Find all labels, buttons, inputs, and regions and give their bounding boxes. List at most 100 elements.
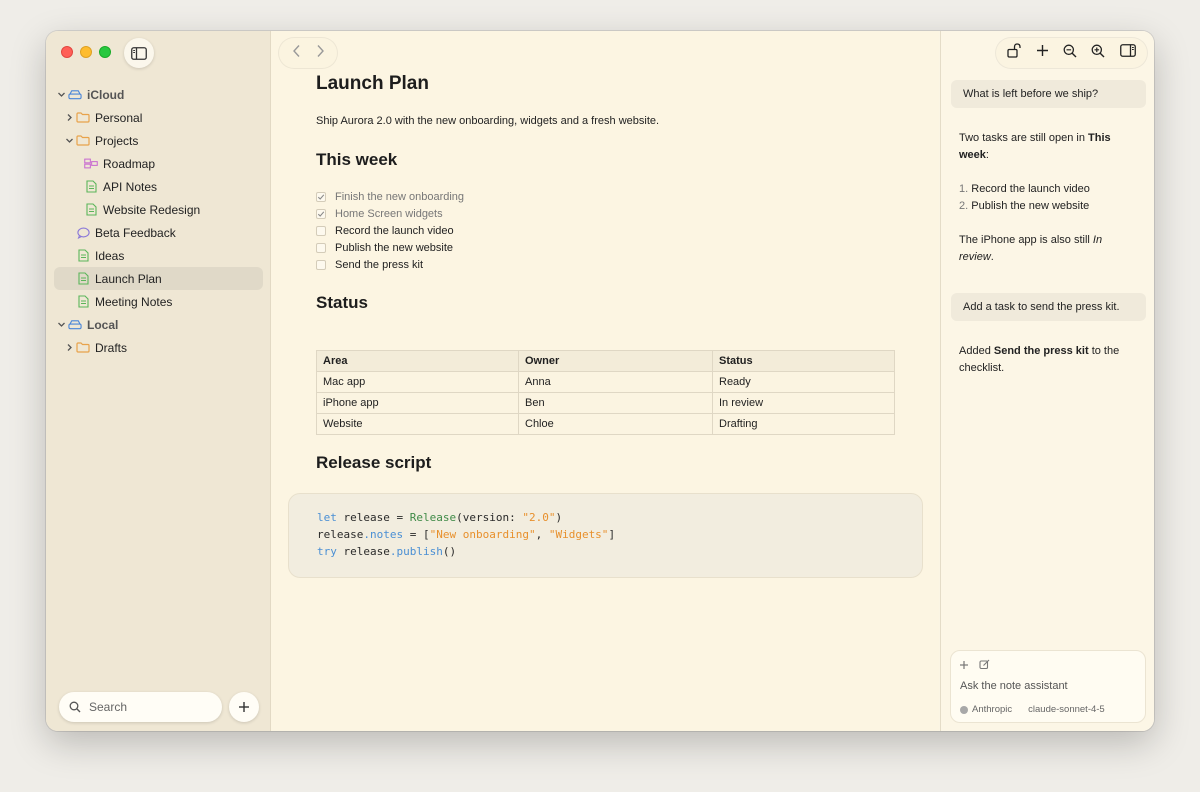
lock-button[interactable]: [1007, 43, 1021, 63]
sidebar-item-beta-feedback[interactable]: Beta Feedback: [54, 221, 263, 244]
zoom-in-button[interactable]: [1091, 44, 1105, 63]
sidebar-search[interactable]: [59, 692, 222, 722]
table-header-cell[interactable]: Area: [316, 350, 519, 372]
provider-icon: [960, 705, 968, 714]
heading-status[interactable]: Status: [316, 293, 368, 313]
sidebar-item-meeting-notes[interactable]: Meeting Notes: [54, 290, 263, 313]
minimize-window-button[interactable]: [80, 46, 92, 58]
note-icon: [76, 295, 90, 309]
checkbox-checked[interactable]: [316, 208, 326, 219]
reply-text: .: [990, 251, 994, 263]
add-note-button[interactable]: [229, 692, 259, 722]
task-item[interactable]: Home Screen widgets: [316, 205, 464, 222]
toggle-inspector-button[interactable]: [1119, 44, 1136, 62]
table-cell[interactable]: Website: [316, 413, 519, 435]
chevron-down-icon[interactable]: [64, 136, 74, 146]
task-item[interactable]: Finish the new onboarding: [316, 188, 464, 205]
assistant-input[interactable]: [960, 680, 1138, 692]
assistant-panel: What is left before we ship? Two tasks a…: [940, 31, 1154, 731]
zoom-out-icon: [1063, 44, 1077, 57]
sidebar-item-website-redesign[interactable]: Website Redesign: [54, 198, 263, 221]
zoom-window-button[interactable]: [99, 46, 111, 58]
note-icon: [76, 272, 90, 286]
task-item[interactable]: Send the press kit: [316, 256, 464, 273]
model-selector[interactable]: claude-sonnet-4-5: [1028, 704, 1105, 715]
zoom-out-button[interactable]: [1063, 44, 1077, 63]
search-input[interactable]: [89, 700, 209, 714]
folder-icon: [76, 134, 90, 148]
reply-text: The iPhone app is also still: [959, 234, 1093, 246]
code-line: release.notes = ["New onboarding", "Widg…: [317, 526, 922, 543]
chevron-right-icon[interactable]: [64, 113, 74, 123]
code-block[interactable]: let release = Release(version: "2.0") re…: [288, 493, 923, 578]
right-sidebar-icon: [1119, 44, 1136, 57]
checkbox-unchecked[interactable]: [316, 225, 326, 236]
sidebar-icon: [131, 46, 147, 60]
table-cell[interactable]: Ben: [518, 392, 713, 414]
assistant-message: Two tasks are still open in This week: 1…: [959, 130, 1139, 283]
code-string: "New onboarding": [429, 528, 536, 541]
plus-icon: [1036, 45, 1048, 56]
composer-tools: [959, 657, 990, 675]
app-window: iCloud Personal Projects Roadmap API Not…: [46, 31, 1154, 731]
list-text: Record the launch video: [971, 183, 1090, 195]
task-text: Record the launch video: [335, 224, 454, 237]
code-keyword: let: [317, 511, 337, 524]
back-button[interactable]: [292, 44, 302, 63]
chevron-right-icon[interactable]: [64, 343, 74, 353]
sidebar-item-label: Beta Feedback: [95, 225, 176, 240]
search-icon: [69, 701, 81, 713]
table-cell[interactable]: Chloe: [518, 413, 713, 435]
chevron-down-icon[interactable]: [56, 90, 66, 100]
close-window-button[interactable]: [61, 46, 73, 58]
table-cell[interactable]: Drafting: [712, 413, 895, 435]
checkbox-unchecked[interactable]: [316, 242, 326, 253]
table-cell[interactable]: Ready: [712, 371, 895, 393]
sidebar-item-label: Personal: [95, 110, 143, 125]
sidebar-item-label: API Notes: [103, 179, 158, 194]
table-cell[interactable]: iPhone app: [316, 392, 519, 414]
sidebar-item-roadmap[interactable]: Roadmap: [54, 152, 263, 175]
table-cell[interactable]: Mac app: [316, 371, 519, 393]
chevron-left-icon: [292, 44, 300, 57]
status-table[interactable]: Area Owner Status Mac app Anna Ready iPh…: [316, 350, 895, 435]
chevron-down-icon[interactable]: [56, 320, 66, 330]
new-chat-button[interactable]: [979, 657, 990, 675]
sidebar-group-icloud[interactable]: iCloud: [54, 83, 263, 106]
checkbox-checked[interactable]: [316, 191, 326, 202]
new-item-button[interactable]: [1036, 44, 1049, 62]
reply-bold-text: Send the press kit: [993, 345, 1089, 357]
local-drive-icon: [68, 318, 82, 332]
doc-intro[interactable]: Ship Aurora 2.0 with the new onboarding,…: [316, 115, 659, 127]
code-string: "Widgets": [548, 528, 609, 541]
attach-button[interactable]: [959, 657, 969, 675]
checkbox-unchecked[interactable]: [316, 259, 326, 270]
sidebar-toggle-button[interactable]: [124, 38, 154, 68]
table-cell[interactable]: Anna: [518, 371, 713, 393]
sidebar-item-launch-plan[interactable]: Launch Plan: [54, 267, 263, 290]
table-cell[interactable]: In review: [712, 392, 895, 414]
task-item[interactable]: Record the launch video: [316, 222, 464, 239]
page-title[interactable]: Launch Plan: [316, 73, 429, 95]
user-message: What is left before we ship?: [951, 80, 1146, 108]
sidebar-item-personal[interactable]: Personal: [54, 106, 263, 129]
provider-label: Anthropic: [972, 704, 1013, 715]
sidebar-group-local[interactable]: Local: [54, 313, 263, 336]
sidebar-item-drafts[interactable]: Drafts: [54, 336, 263, 359]
composer-meta: Anthropic claude-sonnet-4-5: [960, 704, 1105, 715]
sidebar-item-api-notes[interactable]: API Notes: [54, 175, 263, 198]
sidebar-item-ideas[interactable]: Ideas: [54, 244, 263, 267]
chat-bubble-icon: [76, 226, 90, 240]
task-item[interactable]: Publish the new website: [316, 239, 464, 256]
checkmark-icon: [317, 193, 325, 200]
code-property: .notes: [363, 528, 404, 541]
provider-selector[interactable]: Anthropic: [960, 704, 1012, 715]
table-header-cell[interactable]: Status: [712, 350, 895, 372]
heading-release-script[interactable]: Release script: [316, 453, 431, 473]
code-text: ): [555, 511, 563, 524]
list-item: 1. Record the launch video: [959, 181, 1139, 198]
forward-button[interactable]: [315, 44, 325, 63]
heading-this-week[interactable]: This week: [316, 150, 397, 170]
sidebar-item-projects[interactable]: Projects: [54, 129, 263, 152]
table-header-cell[interactable]: Owner: [518, 350, 713, 372]
